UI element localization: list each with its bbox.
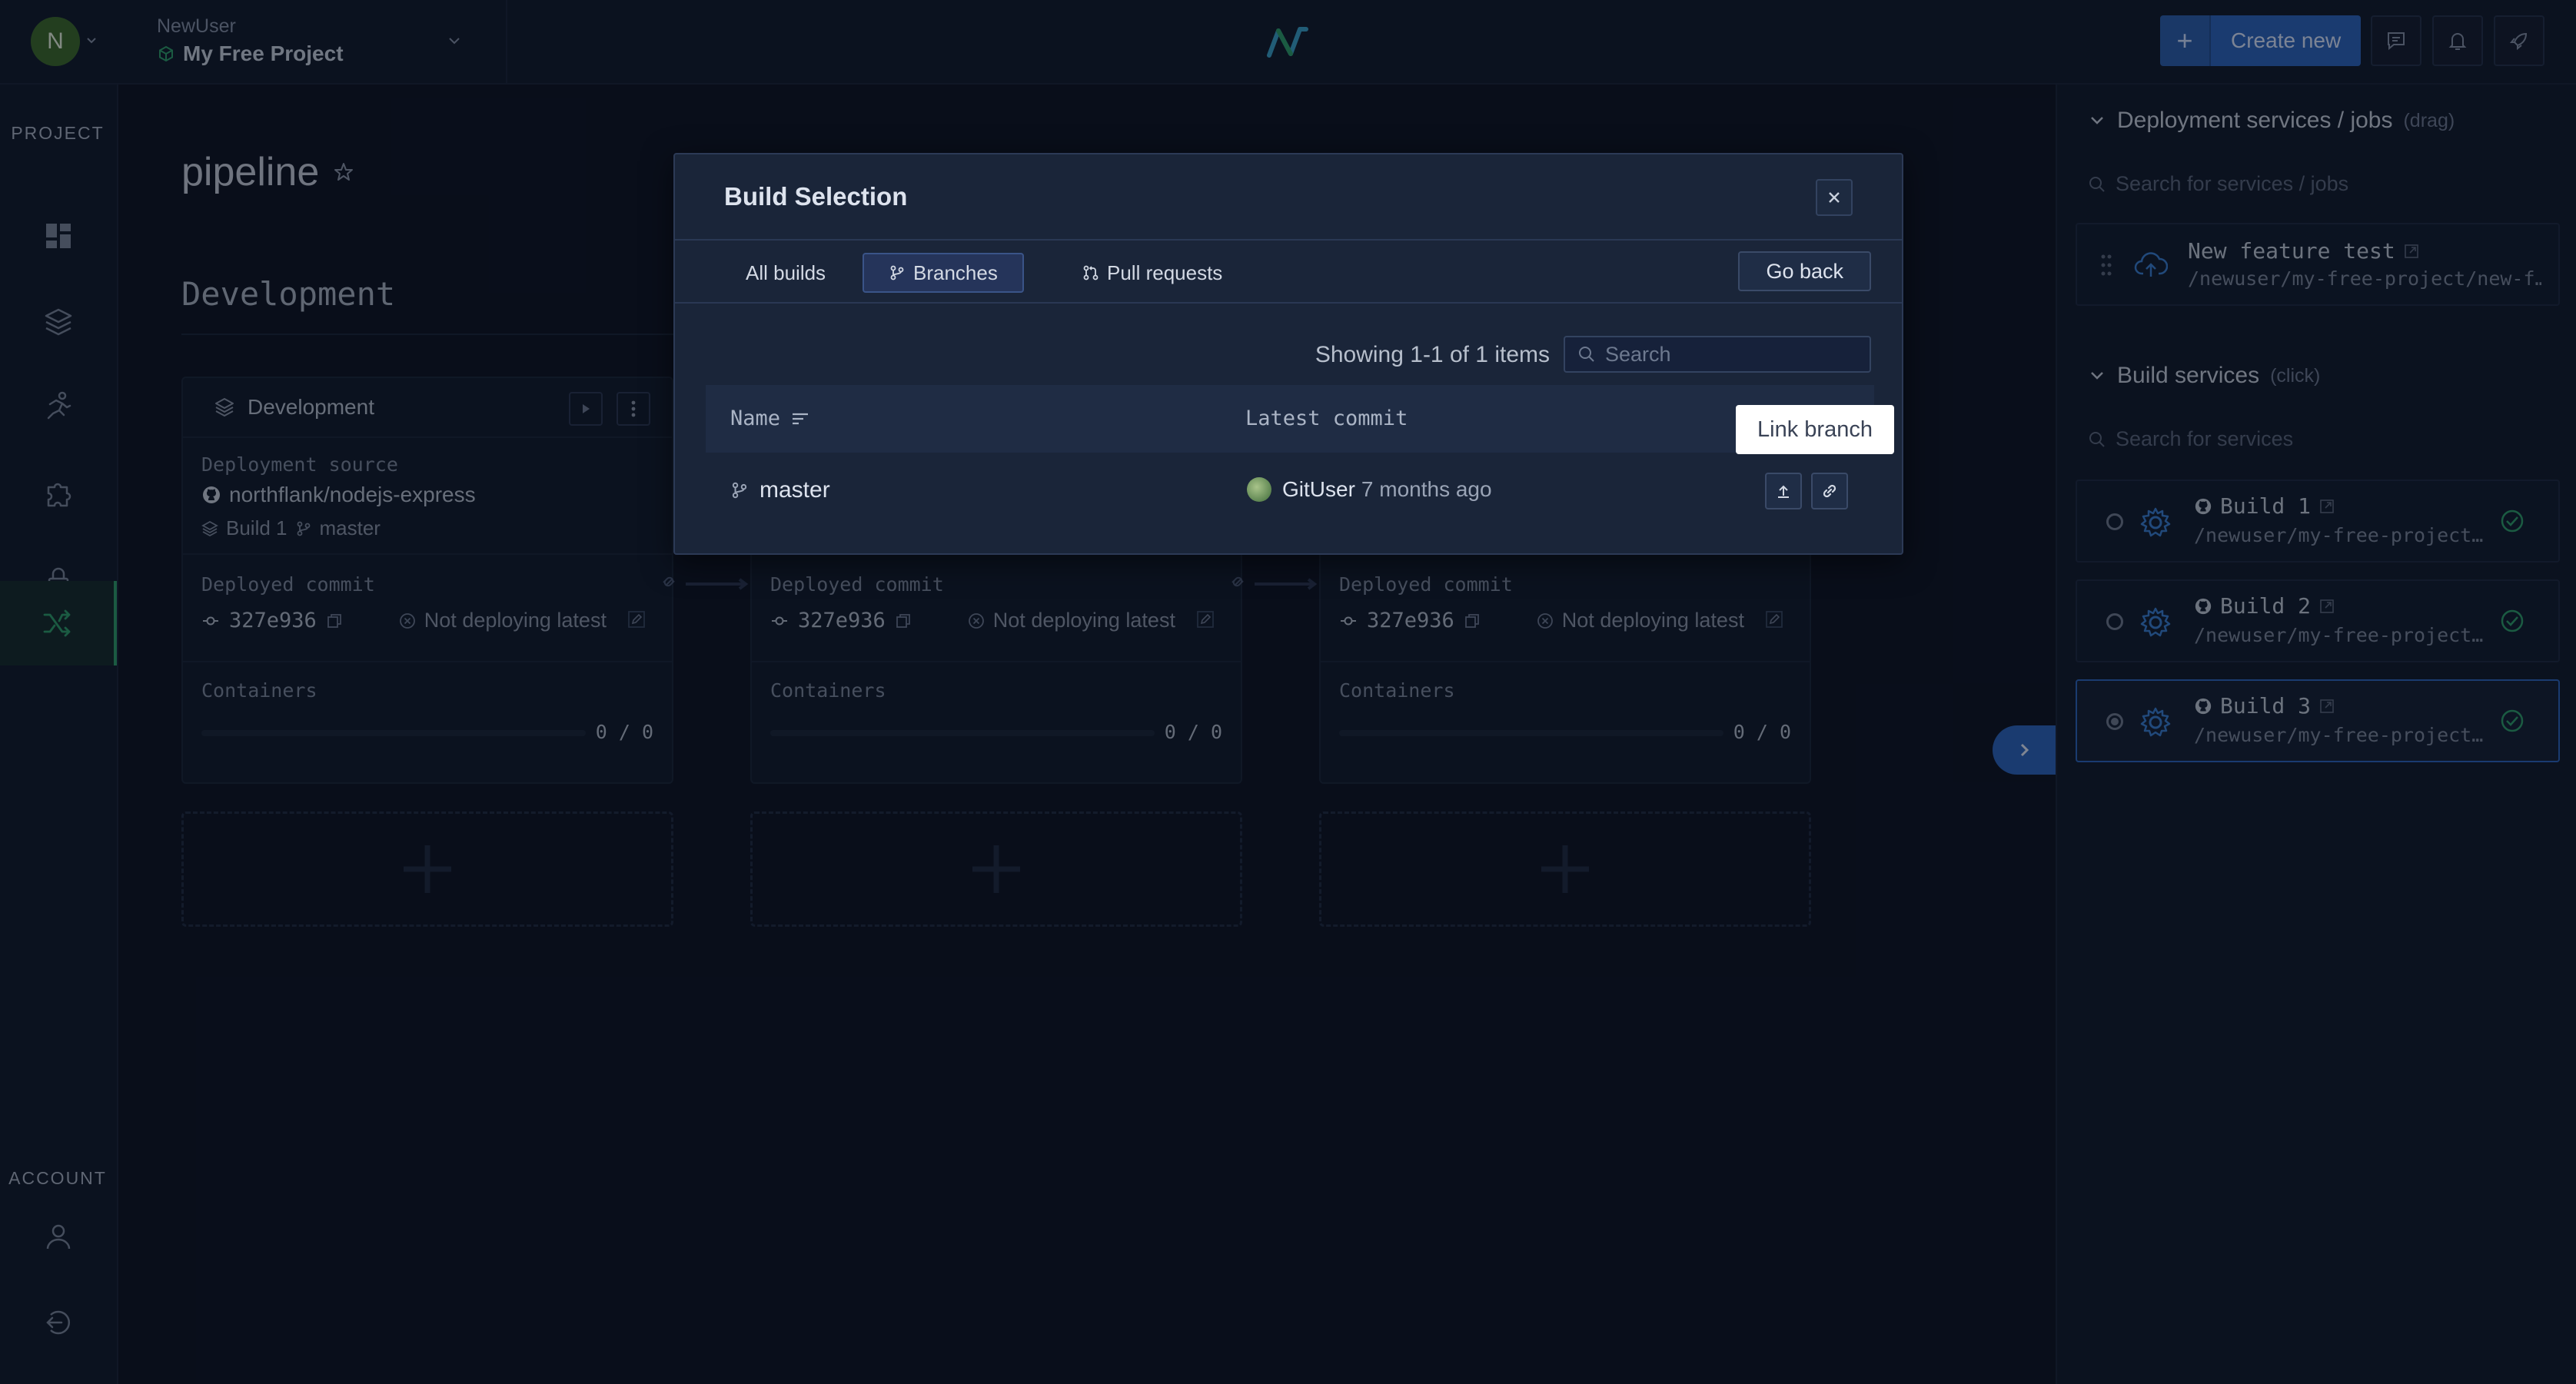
link-branch-tooltip: Link branch [1736, 405, 1894, 454]
link-branch-button[interactable] [1811, 473, 1848, 509]
branch-cell: master [730, 477, 830, 503]
table-row[interactable]: master GitUser 7 months ago [706, 456, 1874, 525]
branch-icon [730, 481, 749, 500]
dialog-title: Build Selection [724, 182, 908, 211]
link-icon [1820, 482, 1839, 500]
dialog-header: Build Selection [675, 154, 1902, 241]
go-back-button[interactable]: Go back [1738, 251, 1871, 291]
close-icon [1827, 191, 1841, 204]
dialog-tabs: All builds Branches Pull requests Go bac… [675, 241, 1902, 304]
column-label: Name [730, 407, 781, 430]
latest-commit-cell: GitUser 7 months ago [1247, 477, 1492, 502]
branch-name: master [760, 477, 830, 503]
search-icon [1577, 345, 1596, 363]
tab-branches[interactable]: Branches [863, 253, 1024, 293]
column-header-name[interactable]: Name [730, 407, 809, 430]
deploy-branch-button[interactable] [1765, 473, 1802, 509]
sort-icon [791, 411, 809, 426]
close-button[interactable] [1816, 179, 1853, 216]
commit-age: 7 months ago [1361, 477, 1492, 501]
upload-icon [1775, 483, 1792, 500]
tab-pull-requests[interactable]: Pull requests [1058, 253, 1247, 293]
tab-label: Pull requests [1107, 261, 1223, 284]
branch-icon [889, 264, 906, 281]
search-placeholder: Search [1605, 342, 1671, 366]
build-selection-dialog: Build Selection All builds Branches Pull… [673, 153, 1903, 555]
tab-label: Branches [913, 261, 998, 284]
pagination-summary: Showing 1-1 of 1 items [1315, 342, 1550, 367]
avatar [1247, 477, 1271, 502]
tab-all-builds[interactable]: All builds [721, 253, 850, 293]
branch-search-input[interactable]: Search [1564, 336, 1871, 373]
pull-request-icon [1082, 264, 1099, 281]
commit-user: GitUser [1282, 477, 1355, 501]
tab-label: All builds [746, 261, 826, 284]
table-header: Name Latest commit [706, 385, 1874, 453]
column-header-latest-commit: Latest commit [1245, 407, 1408, 430]
column-label: Latest commit [1245, 407, 1408, 430]
